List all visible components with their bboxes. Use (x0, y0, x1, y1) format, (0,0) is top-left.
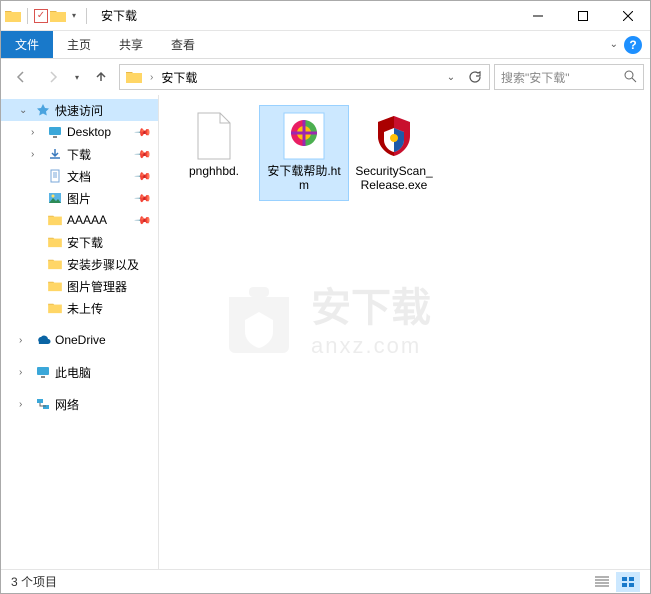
file-name: SecurityScan_Release.exe (354, 164, 434, 193)
tab-share[interactable]: 共享 (105, 31, 157, 58)
onedrive-icon (35, 332, 51, 348)
file-name: pnghhbd. (189, 164, 239, 178)
address-path[interactable]: 安下载 (157, 69, 201, 86)
sidebar-item-label: 图片管理器 (67, 278, 127, 295)
sidebar-item-label: 网络 (55, 396, 79, 413)
pin-icon: 📌 (134, 189, 153, 208)
sidebar-item-pictures[interactable]: 图片 📌 (1, 187, 158, 209)
status-bar: 3 个项目 (1, 569, 650, 593)
search-input[interactable]: 搜索"安下载" (494, 64, 644, 90)
tab-file[interactable]: 文件 (1, 31, 53, 58)
sidebar-item-desktop[interactable]: › Desktop 📌 (1, 121, 158, 143)
sidebar-quick-access[interactable]: ⌄ 快速访问 (1, 99, 158, 121)
qat-dropdown[interactable]: ▾ (68, 11, 80, 20)
sidebar-item-label: 图片 (67, 190, 91, 207)
sidebar-item-label: 下载 (67, 146, 91, 163)
help-icon[interactable]: ? (624, 36, 642, 54)
folder-icon (47, 300, 63, 316)
documents-icon (47, 168, 63, 184)
sidebar-item-label: 文档 (67, 168, 91, 185)
qat-properties-icon[interactable]: ✓ (34, 9, 48, 23)
ribbon: 文件 主页 共享 查看 ⌄ ? (1, 31, 650, 59)
tab-view[interactable]: 查看 (157, 31, 209, 58)
pin-icon: 📌 (134, 211, 153, 230)
file-blank-icon (188, 110, 240, 162)
titlebar: ✓ ▾ 安下载 (1, 1, 650, 31)
sidebar-this-pc[interactable]: › 此电脑 (1, 361, 158, 383)
maximize-button[interactable] (560, 1, 605, 30)
sidebar-item-folder[interactable]: AAAAA 📌 (1, 209, 158, 231)
sidebar-item-label: 未上传 (67, 300, 103, 317)
pin-icon: 📌 (134, 123, 153, 142)
sidebar-item-folder[interactable]: 安装步骤以及 (1, 253, 158, 275)
watermark: 安下载 anxz.com (219, 275, 431, 359)
qat-folder-icon[interactable] (50, 9, 66, 23)
chevron-down-icon[interactable]: ⌄ (19, 105, 31, 116)
this-pc-icon (35, 364, 51, 380)
chevron-right-icon[interactable]: › (19, 335, 31, 346)
pictures-icon (47, 190, 63, 206)
folder-icon (47, 256, 63, 272)
network-icon (35, 396, 51, 412)
file-list[interactable]: pnghhbd. 安下载帮助.htm SecurityScan_Release.… (159, 95, 650, 570)
address-folder-icon (126, 70, 142, 84)
status-item-count: 3 个项目 (11, 573, 57, 590)
sidebar-item-label: AAAAA (67, 213, 107, 227)
chevron-right-icon[interactable]: › (146, 72, 157, 83)
folder-icon (47, 234, 63, 250)
file-item[interactable]: 安下载帮助.htm (259, 105, 349, 201)
chevron-right-icon[interactable]: › (31, 149, 43, 160)
sidebar-network[interactable]: › 网络 (1, 393, 158, 415)
pin-icon: 📌 (134, 145, 153, 164)
navigation-pane: ⌄ 快速访问 › Desktop 📌 › 下载 📌 文档 📌 图片 📌 (1, 95, 159, 570)
sidebar-item-folder[interactable]: 安下载 (1, 231, 158, 253)
file-htm-icon (278, 110, 330, 162)
up-button[interactable] (87, 63, 115, 91)
sidebar-item-folder[interactable]: 未上传 (1, 297, 158, 319)
quick-access-icon (35, 102, 51, 118)
downloads-icon (47, 146, 63, 162)
back-button[interactable] (7, 63, 35, 91)
view-details-button[interactable] (590, 572, 614, 592)
minimize-button[interactable] (515, 1, 560, 30)
search-placeholder: 搜索"安下载" (501, 69, 570, 86)
sidebar-item-label: 安装步骤以及 (67, 256, 139, 273)
app-icon (5, 9, 21, 23)
tab-home[interactable]: 主页 (53, 31, 105, 58)
sidebar-item-label: Desktop (67, 125, 111, 139)
sidebar-item-label: 安下载 (67, 234, 103, 251)
file-item[interactable]: SecurityScan_Release.exe (349, 105, 439, 201)
sidebar-item-label: OneDrive (55, 333, 106, 347)
sidebar-item-downloads[interactable]: › 下载 📌 (1, 143, 158, 165)
quick-access-toolbar: ✓ ▾ (1, 8, 95, 24)
sidebar-onedrive[interactable]: › OneDrive (1, 329, 158, 351)
address-bar[interactable]: › 安下载 ⌄ (119, 64, 490, 90)
sidebar-item-documents[interactable]: 文档 📌 (1, 165, 158, 187)
chevron-right-icon[interactable]: › (19, 399, 31, 410)
chevron-right-icon[interactable]: › (19, 367, 31, 378)
file-item[interactable]: pnghhbd. (169, 105, 259, 201)
forward-button[interactable] (39, 63, 67, 91)
search-icon (623, 69, 637, 86)
refresh-button[interactable] (463, 65, 487, 89)
close-button[interactable] (605, 1, 650, 30)
sidebar-item-label: 此电脑 (55, 364, 91, 381)
view-large-icons-button[interactable] (616, 572, 640, 592)
folder-icon (47, 212, 63, 228)
file-name: 安下载帮助.htm (264, 164, 344, 193)
window-title: 安下载 (101, 7, 137, 24)
address-dropdown[interactable]: ⌄ (439, 65, 463, 89)
nav-bar: ▾ › 安下载 ⌄ 搜索"安下载" (1, 59, 650, 95)
file-mcafee-icon (368, 110, 420, 162)
chevron-right-icon[interactable]: › (31, 127, 43, 138)
desktop-icon (47, 124, 63, 140)
ribbon-expand-icon[interactable]: ⌄ (610, 39, 618, 50)
folder-icon (47, 278, 63, 294)
pin-icon: 📌 (134, 167, 153, 186)
history-dropdown[interactable]: ▾ (71, 73, 83, 82)
sidebar-item-folder[interactable]: 图片管理器 (1, 275, 158, 297)
sidebar-item-label: 快速访问 (55, 102, 103, 119)
